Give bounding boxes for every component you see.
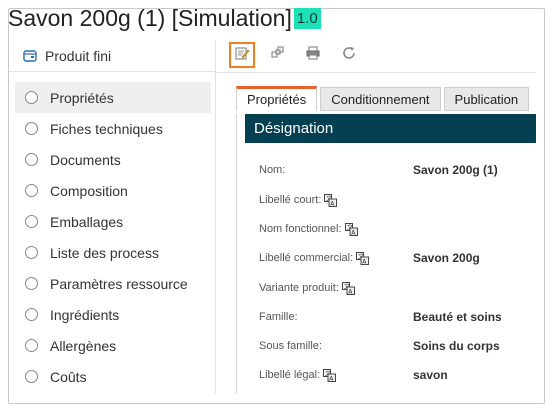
field-row-nom-fonctionnel: Nom fonctionnel:文A xyxy=(237,219,536,239)
translate-icon[interactable]: 文A xyxy=(324,193,338,207)
nav-item-label: Liste des process xyxy=(50,244,159,261)
properties-panel: Désignation Nom: Savon 200g (1) Libellé … xyxy=(236,114,536,394)
version-badge: 1.0 xyxy=(293,8,321,29)
translate-icon[interactable]: 文A xyxy=(356,251,370,265)
field-value: savon xyxy=(413,368,448,382)
tab-conditionnement[interactable]: Conditionnement xyxy=(320,87,441,111)
field-label: Nom fonctionnel:文A xyxy=(259,222,358,236)
translate-icon[interactable]: 文A xyxy=(344,222,358,236)
left-panel: Produit fini Propriétés Fiches technique… xyxy=(9,41,216,394)
nav-item-allergenes[interactable]: Allergènes xyxy=(15,330,211,361)
field-label: Famille: xyxy=(259,311,298,323)
field-value: Savon 200g xyxy=(413,251,480,265)
edit-button[interactable] xyxy=(229,42,255,68)
field-value: Beauté et soins xyxy=(413,310,502,324)
field-label: Libellé court:文A xyxy=(259,193,338,207)
copy-icon xyxy=(270,45,286,66)
nav-item-label: Propriétés xyxy=(50,89,114,106)
nav-item-ingredients[interactable]: Ingrédients xyxy=(15,299,211,330)
tab-proprietes[interactable]: Propriétés xyxy=(236,86,318,111)
field-row-nom: Nom: Savon 200g (1) xyxy=(237,160,536,180)
tab-bar: Propriétés Conditionnement Publication xyxy=(230,86,532,111)
translate-icon[interactable]: 文A xyxy=(323,368,337,382)
radio-icon xyxy=(25,277,38,290)
field-row-libelle-commercial: Libellé commercial:文A Savon 200g xyxy=(237,248,536,268)
copy-button[interactable] xyxy=(267,44,289,66)
edit-icon xyxy=(234,45,250,66)
radio-icon xyxy=(25,308,38,321)
nav-item-fiches-techniques[interactable]: Fiches techniques xyxy=(15,113,211,144)
nav-item-couts[interactable]: Coûts xyxy=(15,361,211,392)
toolbar-divider xyxy=(214,72,535,73)
nav-item-composition[interactable]: Composition xyxy=(15,175,211,206)
product-icon xyxy=(23,49,37,63)
nav-item-label: Ingrédients xyxy=(50,306,120,323)
field-row-famille: Famille: Beauté et soins xyxy=(237,307,536,327)
nav-item-proprietes[interactable]: Propriétés xyxy=(15,82,211,113)
radio-icon xyxy=(25,339,38,352)
radio-icon xyxy=(25,122,38,135)
radio-icon xyxy=(25,370,38,383)
radio-icon xyxy=(25,153,38,166)
nav-item-liste-process[interactable]: Liste des process xyxy=(15,237,211,268)
refresh-icon xyxy=(341,45,357,66)
panel-header-label: Produit fini xyxy=(45,48,112,64)
nav-item-label: Coûts xyxy=(50,368,87,385)
radio-icon xyxy=(25,91,38,104)
nav-item-documents[interactable]: Documents xyxy=(15,144,211,175)
field-value: Savon 200g (1) xyxy=(413,163,498,177)
radio-icon xyxy=(25,184,38,197)
nav-item-label: Fiches techniques xyxy=(50,120,163,137)
print-button[interactable] xyxy=(302,44,324,66)
nav-item-emballages[interactable]: Emballages xyxy=(15,206,211,237)
nav-item-label: Paramètres ressource xyxy=(50,275,188,292)
tab-publication[interactable]: Publication xyxy=(443,87,530,111)
field-row-libelle-legal: Libellé légal:文A savon xyxy=(237,365,536,385)
radio-icon xyxy=(25,246,38,259)
field-label: Nom: xyxy=(259,164,286,176)
print-icon xyxy=(305,45,321,66)
nav-item-parametres-ressource[interactable]: Paramètres ressource xyxy=(15,268,211,299)
refresh-button[interactable] xyxy=(338,44,360,66)
page-title: Savon 200g (1) [Simulation] xyxy=(8,5,292,31)
field-label: Libellé commercial:文A xyxy=(259,251,370,265)
field-row-sous-famille: Sous famille: Soins du corps xyxy=(237,336,536,356)
translate-icon[interactable]: 文A xyxy=(341,281,355,295)
window-title-bar: Savon 200g (1) [Simulation] 1.0 xyxy=(8,5,321,41)
toolbar xyxy=(214,41,535,73)
panel-header: Produit fini xyxy=(9,41,215,72)
radio-icon xyxy=(25,215,38,228)
field-label: Libellé légal:文A xyxy=(259,368,337,382)
field-label: Sous famille: xyxy=(259,340,322,352)
nav-item-label: Emballages xyxy=(50,213,124,230)
nav-item-label: Composition xyxy=(50,182,128,199)
field-row-variante-produit: Variante produit:文A xyxy=(237,278,536,298)
nav-item-label: Allergènes xyxy=(50,337,117,354)
field-label: Variante produit:文A xyxy=(259,281,355,295)
nav-list: Propriétés Fiches techniques Documents C… xyxy=(9,72,215,392)
nav-item-label: Documents xyxy=(50,151,121,168)
section-header: Désignation xyxy=(245,114,536,143)
field-value: Soins du corps xyxy=(413,339,500,353)
field-row-libelle-court: Libellé court:文A xyxy=(237,190,536,210)
